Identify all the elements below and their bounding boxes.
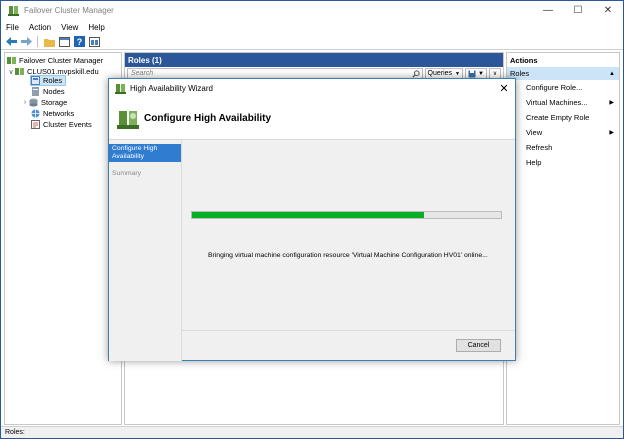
action-create-empty-role[interactable]: Create Empty Role [507, 110, 619, 125]
networks-icon [31, 109, 40, 118]
tree-item-label: Roles [43, 76, 63, 85]
tree-root[interactable]: Failover Cluster Manager [7, 55, 103, 66]
step-configure-high-availability[interactable]: Configure High Availability [109, 144, 181, 162]
svg-text:?: ? [76, 37, 82, 47]
action-virtual-machines[interactable]: Virtual Machines... ▶ [507, 95, 619, 110]
failover-cluster-icon [8, 5, 19, 16]
tree-item-label: Networks [43, 109, 75, 118]
action-label: Virtual Machines... [526, 98, 588, 107]
chevron-down-icon[interactable]: ∨ [7, 68, 15, 76]
action-label: Help [526, 158, 542, 167]
toolbar: ? [1, 34, 623, 50]
progress-message: Bringing virtual machine configuration r… [208, 252, 488, 259]
back-arrow-icon[interactable] [5, 36, 17, 48]
action-view[interactable]: View ▶ [507, 125, 619, 140]
collapse-icon[interactable]: ▲ [609, 71, 615, 77]
chevron-down-icon: ▼ [478, 70, 484, 77]
toolbar-separator [37, 36, 38, 47]
dialog-title-bar: High Availability Wizard ✕ [109, 79, 515, 98]
actions-header: Actions [510, 55, 538, 65]
queries-label: Queries [427, 70, 453, 77]
properties-icon[interactable] [88, 36, 100, 48]
storage-icon [29, 98, 38, 107]
high-availability-icon [117, 108, 139, 130]
dialog-close-button[interactable]: ✕ [493, 79, 515, 98]
events-icon [31, 120, 40, 129]
minimize-button[interactable]: — [533, 1, 563, 20]
dialog-heading: Configure High Availability [144, 113, 272, 124]
tree-item-storage[interactable]: › Storage [21, 97, 67, 108]
step-summary[interactable]: Summary [109, 169, 181, 179]
menu-view[interactable]: View [56, 23, 83, 32]
tree-item-label: Storage [41, 98, 68, 107]
search-placeholder: Search [131, 70, 154, 77]
action-configure-role[interactable]: Configure Role... [507, 80, 619, 95]
divider [182, 330, 515, 331]
menu-bar: File Action View Help [1, 20, 623, 34]
tree-item-nodes[interactable]: Nodes [31, 86, 65, 97]
help-icon[interactable]: ? [73, 36, 85, 48]
forward-arrow-icon[interactable] [20, 36, 32, 48]
menu-action[interactable]: Action [24, 23, 56, 32]
wizard-content: Bringing virtual machine configuration r… [182, 140, 515, 361]
window-title: Failover Cluster Manager [24, 6, 114, 15]
tree-item-label: Nodes [43, 87, 65, 96]
dialog-title: High Availability Wizard [130, 84, 213, 93]
menu-help[interactable]: Help [83, 23, 109, 32]
action-label: Configure Role... [526, 83, 583, 92]
actions-section-roles[interactable]: Roles ▲ [507, 67, 619, 80]
actions-pane: Actions Roles ▲ Configure Role... Virtua… [506, 52, 620, 425]
action-label: Create Empty Role [526, 113, 590, 122]
action-label: Refresh [526, 143, 553, 152]
roles-header: Roles (1) [125, 53, 503, 67]
status-bar: Roles: [1, 426, 623, 438]
folder-up-icon[interactable] [43, 36, 55, 48]
console-tree-icon[interactable] [58, 36, 70, 48]
action-label: View [526, 128, 543, 137]
actions-section-label: Roles [510, 69, 530, 78]
wizard-steps: Configure High Availability Summary [109, 140, 182, 361]
high-availability-wizard: High Availability Wizard ✕ Configure Hig… [108, 78, 516, 361]
maximize-button[interactable]: ☐ [563, 1, 593, 20]
dialog-header: Configure High Availability [109, 98, 515, 140]
tree-root-label: Failover Cluster Manager [19, 56, 104, 65]
tree-item-label: Cluster Events [43, 120, 92, 129]
cancel-button[interactable]: Cancel [456, 339, 501, 352]
action-help[interactable]: Help [507, 155, 619, 170]
failover-cluster-icon [7, 56, 16, 65]
progress-fill [192, 212, 424, 218]
cluster-icon [15, 67, 24, 76]
submenu-arrow-icon: ▶ [609, 100, 614, 106]
title-bar: Failover Cluster Manager — ☐ ✕ [1, 1, 623, 20]
tree-item-roles[interactable]: Roles [30, 75, 67, 86]
wizard-icon [115, 83, 126, 94]
menu-file[interactable]: File [1, 23, 24, 32]
navigation-tree: Failover Cluster Manager ∨ CLUS01.mvpski… [4, 52, 122, 425]
roles-icon [31, 76, 40, 85]
tree-item-cluster-events[interactable]: Cluster Events [31, 119, 92, 130]
save-icon [468, 70, 476, 77]
progress-bar [191, 211, 502, 219]
tree-item-networks[interactable]: Networks [31, 108, 74, 119]
chevron-down-icon: ▼ [455, 70, 460, 77]
nodes-icon [31, 87, 40, 96]
chevron-right-icon[interactable]: › [21, 99, 29, 106]
submenu-arrow-icon: ▶ [609, 130, 614, 136]
status-text: Roles: [5, 429, 25, 436]
action-refresh[interactable]: Refresh [507, 140, 619, 155]
close-button[interactable]: ✕ [593, 1, 623, 20]
